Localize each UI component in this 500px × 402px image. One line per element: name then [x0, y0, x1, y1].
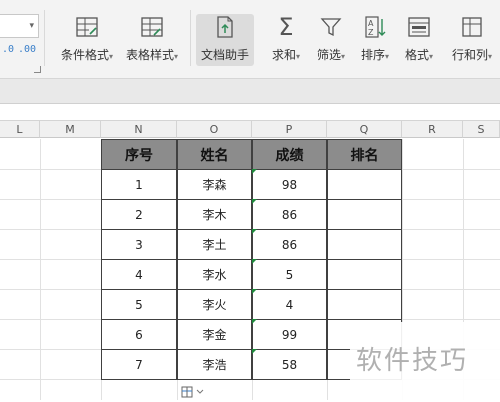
- chevron-down-icon: ▾: [29, 21, 34, 31]
- rank-cell[interactable]: [327, 289, 402, 320]
- error-indicator-icon: [252, 349, 257, 354]
- spacer: [0, 104, 500, 120]
- svg-text:A: A: [368, 19, 374, 28]
- chevron-down-icon: ▾: [385, 52, 390, 61]
- row-col-button[interactable]: 行和列▾: [444, 14, 500, 64]
- column-header-O[interactable]: O: [177, 120, 252, 138]
- sort-label: 排序: [360, 48, 385, 62]
- conditional-format-button[interactable]: 条件格式▾: [52, 14, 122, 64]
- error-indicator-icon: [252, 169, 257, 174]
- column-header-P[interactable]: P: [252, 120, 327, 138]
- funnel-icon: [310, 14, 352, 40]
- row-col-label: 行和列: [451, 48, 488, 62]
- sum-label: 求和: [271, 48, 296, 62]
- name-cell[interactable]: 李浩: [177, 349, 252, 380]
- conditional-format-label: 条件格式: [60, 48, 109, 62]
- rank-cell[interactable]: [327, 169, 402, 200]
- chevron-down-icon: ▾: [296, 52, 301, 61]
- index-cell[interactable]: 2: [101, 199, 177, 230]
- error-indicator-icon: [252, 199, 257, 204]
- filter-label: 筛选: [316, 48, 341, 62]
- chevron-down-icon: ▾: [109, 52, 114, 61]
- score-cell[interactable]: 4: [252, 289, 327, 320]
- index-cell[interactable]: 1: [101, 169, 177, 200]
- error-indicator-icon: [252, 259, 257, 264]
- sort-button[interactable]: AZ 排序▾: [354, 14, 396, 64]
- score-cell[interactable]: 86: [252, 229, 327, 260]
- format-label: 格式: [404, 48, 429, 62]
- score-cell[interactable]: 86: [252, 199, 327, 230]
- name-cell[interactable]: 李火: [177, 289, 252, 320]
- column-header-M[interactable]: M: [40, 120, 101, 138]
- column-header-N[interactable]: N: [101, 120, 177, 138]
- chevron-down-icon: ▾: [429, 52, 434, 61]
- doc-assistant-label: 文档助手: [200, 48, 249, 62]
- ribbon-toolbar: ▾ .0 .00 条件格式▾ 表格样式▾ 文档助手 Σ 求和▾ 筛选▾ AZ 排…: [0, 0, 500, 79]
- formula-bar-strip: [0, 79, 500, 104]
- table-style-icon: [120, 14, 184, 40]
- score-cell[interactable]: 99: [252, 319, 327, 350]
- name-cell[interactable]: 李木: [177, 199, 252, 230]
- index-cell[interactable]: 3: [101, 229, 177, 260]
- score-cell[interactable]: 98: [252, 169, 327, 200]
- index-cell[interactable]: 7: [101, 349, 177, 380]
- name-cell[interactable]: 李土: [177, 229, 252, 260]
- dialog-launcher-icon[interactable]: [34, 66, 41, 73]
- format-button[interactable]: 格式▾: [398, 14, 440, 64]
- header-index[interactable]: 序号: [101, 139, 177, 170]
- paste-options-icon[interactable]: [180, 385, 208, 400]
- score-cell[interactable]: 5: [252, 259, 327, 290]
- table-style-button[interactable]: 表格样式▾: [120, 14, 184, 64]
- column-header-L[interactable]: L: [0, 120, 40, 138]
- doc-assistant-icon: [196, 14, 254, 40]
- score-cell[interactable]: 58: [252, 349, 327, 380]
- name-cell[interactable]: 李水: [177, 259, 252, 290]
- index-cell[interactable]: 6: [101, 319, 177, 350]
- sum-button[interactable]: Σ 求和▾: [266, 13, 306, 64]
- header-score[interactable]: 成绩: [252, 139, 327, 170]
- divider: [44, 10, 45, 66]
- index-cell[interactable]: 5: [101, 289, 177, 320]
- conditional-format-icon: [52, 14, 122, 40]
- sort-az-icon: AZ: [354, 14, 396, 40]
- index-cell[interactable]: 4: [101, 259, 177, 290]
- name-cell[interactable]: 李森: [177, 169, 252, 200]
- error-indicator-icon: [252, 229, 257, 234]
- row-col-icon: [444, 14, 500, 40]
- header-rank[interactable]: 排名: [327, 139, 402, 170]
- filter-button[interactable]: 筛选▾: [310, 14, 352, 64]
- column-header-R[interactable]: R: [402, 120, 463, 138]
- chevron-down-icon: ▾: [488, 52, 493, 61]
- table-style-label: 表格样式: [125, 48, 174, 62]
- error-indicator-icon: [252, 289, 257, 294]
- decimal-increase-icon[interactable]: .0: [2, 44, 14, 55]
- watermark-text: 软件技巧: [356, 346, 469, 376]
- font-size-combo[interactable]: ▾: [0, 14, 39, 38]
- doc-assistant-button[interactable]: 文档助手: [196, 14, 254, 66]
- header-name[interactable]: 姓名: [177, 139, 252, 170]
- rank-cell[interactable]: [327, 199, 402, 230]
- column-header-S[interactable]: S: [463, 120, 500, 138]
- svg-text:Z: Z: [368, 28, 374, 37]
- sigma-icon: Σ: [278, 13, 294, 41]
- chevron-down-icon: ▾: [341, 52, 346, 61]
- decimal-decrease-icon[interactable]: .00: [18, 44, 36, 55]
- chevron-down-icon: ▾: [174, 52, 179, 61]
- rank-cell[interactable]: [327, 259, 402, 290]
- rank-cell[interactable]: [327, 229, 402, 260]
- column-header-Q[interactable]: Q: [327, 120, 402, 138]
- name-cell[interactable]: 李金: [177, 319, 252, 350]
- divider: [190, 10, 191, 66]
- format-icon: [398, 14, 440, 40]
- error-indicator-icon: [252, 319, 257, 324]
